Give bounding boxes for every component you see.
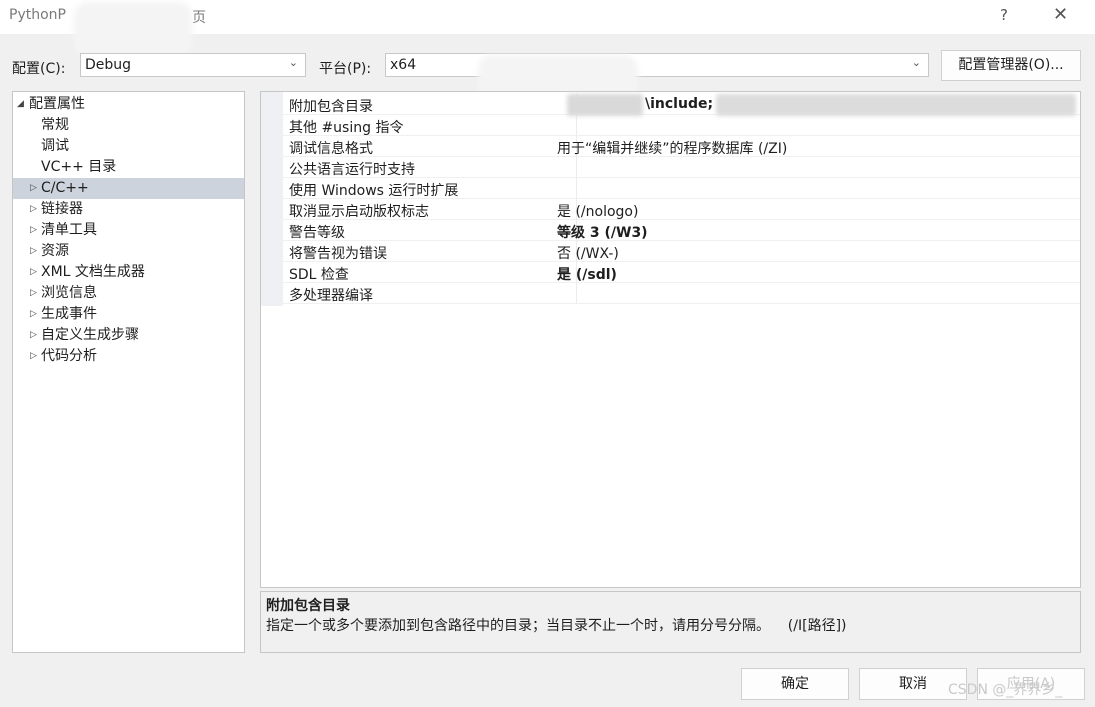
config-dropdown[interactable]: Debug ⌄ [80, 53, 306, 77]
tree-item-label: 常规 [41, 117, 69, 133]
property-name: 使用 Windows 运行时扩展 [289, 183, 459, 199]
platform-label: 平台(P): [319, 61, 372, 77]
tree-item-custom-build-step[interactable]: ▷ 自定义生成步骤 [13, 325, 244, 346]
expanded-triangle-icon: ◢ [17, 99, 24, 109]
column-divider [576, 283, 577, 304]
property-row[interactable]: SDL 检查 是 (/sdl) [283, 262, 1080, 283]
collapsed-triangle-icon: ▷ [30, 330, 37, 340]
property-name: 将警告视为错误 [289, 246, 387, 262]
tree-item-c-cpp[interactable]: ▷ C/C++ [13, 178, 244, 199]
property-value[interactable]: 是 (/nologo) [557, 201, 638, 221]
collapsed-triangle-icon: ▷ [30, 351, 37, 361]
collapsed-triangle-icon: ▷ [30, 267, 37, 277]
property-name: 其他 #using 指令 [289, 120, 404, 136]
platform-value: x64 [390, 57, 417, 73]
property-row[interactable]: 警告等级 等级 3 (/W3) [283, 220, 1080, 241]
property-value[interactable]: 用于“编辑并继续”的程序数据库 (/ZI) [557, 138, 787, 158]
property-row[interactable]: 使用 Windows 运行时扩展 [283, 178, 1080, 199]
description-panel: 附加包含目录 指定一个或多个要添加到包含路径中的目录；当目录不止一个时，请用分号… [260, 591, 1081, 653]
property-row[interactable]: 调试信息格式 用于“编辑并继续”的程序数据库 (/ZI) [283, 136, 1080, 157]
property-name: 取消显示启动版权标志 [289, 204, 429, 220]
tree-root-label: 配置属性 [29, 96, 85, 112]
tree-item-label: XML 文档生成器 [41, 264, 145, 280]
property-grid: 附加包含目录 \include; 其他 #using 指令 调试信息格式 用于“… [260, 91, 1081, 588]
tree-item-build-events[interactable]: ▷ 生成事件 [13, 304, 244, 325]
tree-item-label: 调试 [41, 138, 69, 154]
property-row[interactable]: 取消显示启动版权标志 是 (/nologo) [283, 199, 1080, 220]
collapsed-triangle-icon: ▷ [30, 288, 37, 298]
tree-item-label: VC++ 目录 [41, 159, 117, 175]
tree-item-general[interactable]: 常规 [13, 115, 244, 136]
config-manager-button[interactable]: 配置管理器(O)... [941, 50, 1081, 81]
tree-item-resources[interactable]: ▷ 资源 [13, 241, 244, 262]
tree-item-browse-info[interactable]: ▷ 浏览信息 [13, 283, 244, 304]
chevron-down-icon: ⌄ [288, 56, 298, 69]
tree-item-label: 浏览信息 [41, 285, 97, 301]
grid-gutter [261, 92, 283, 306]
tree-item-manifest-tool[interactable]: ▷ 清单工具 [13, 220, 244, 241]
property-name: 调试信息格式 [289, 141, 373, 157]
chevron-down-icon: ⌄ [911, 56, 921, 69]
value-redaction [567, 94, 643, 116]
property-name: 公共语言运行时支持 [289, 162, 415, 178]
value-redaction [716, 94, 1076, 116]
title-redaction [74, 2, 192, 56]
property-row[interactable]: 公共语言运行时支持 [283, 157, 1080, 178]
property-row[interactable]: 其他 #using 指令 [283, 115, 1080, 136]
tree-item-label: 自定义生成步骤 [41, 327, 139, 343]
tree-root[interactable]: ◢ 配置属性 [13, 94, 244, 115]
property-tree: ◢ 配置属性 常规 调试 VC++ 目录 ▷ C/C++ ▷ 链接器 ▷ 清单工… [12, 91, 245, 653]
watermark: CSDN @_界界乡_ [948, 682, 1063, 698]
tree-item-label: 清单工具 [41, 222, 97, 238]
description-text: 指定一个或多个要添加到包含路径中的目录；当目录不止一个时，请用分号分隔。 (/I… [266, 618, 847, 634]
window-title-suffix: 页 [192, 10, 206, 26]
collapsed-triangle-icon: ▷ [30, 246, 37, 256]
property-row[interactable]: 将警告视为错误 否 (/WX-) [283, 241, 1080, 262]
window-title: PythonP [9, 7, 66, 23]
description-title: 附加包含目录 [266, 598, 350, 614]
collapsed-triangle-icon: ▷ [30, 225, 37, 235]
tree-item-code-analysis[interactable]: ▷ 代码分析 [13, 346, 244, 367]
tree-item-linker[interactable]: ▷ 链接器 [13, 199, 244, 220]
column-divider [576, 115, 577, 136]
column-divider [576, 178, 577, 199]
property-name: 附加包含目录 [289, 99, 373, 115]
tree-item-xml-doc-generator[interactable]: ▷ XML 文档生成器 [13, 262, 244, 283]
tree-item-label: 链接器 [41, 201, 83, 217]
property-row[interactable]: 多处理器编译 [283, 283, 1080, 304]
config-value: Debug [85, 57, 132, 73]
property-value[interactable]: 等级 3 (/W3) [557, 222, 648, 242]
tree-item-label: C/C++ [41, 180, 89, 196]
ok-button[interactable]: 确定 [741, 668, 849, 700]
platform-dropdown[interactable]: x64 ⌄ [385, 53, 929, 77]
property-name: SDL 检查 [289, 267, 349, 283]
tree-item-debugging[interactable]: 调试 [13, 136, 244, 157]
property-value[interactable]: \include; [645, 96, 713, 112]
property-name: 多处理器编译 [289, 288, 373, 304]
tree-item-label: 代码分析 [41, 348, 97, 364]
tree-item-label: 资源 [41, 243, 69, 259]
close-icon[interactable]: ✕ [1053, 4, 1068, 25]
property-name: 警告等级 [289, 225, 345, 241]
config-label: 配置(C): [12, 61, 66, 77]
help-icon[interactable]: ? [1000, 6, 1008, 24]
property-value[interactable]: 是 (/sdl) [557, 264, 617, 284]
property-value[interactable]: 否 (/WX-) [557, 243, 619, 263]
collapsed-triangle-icon: ▷ [30, 309, 37, 319]
column-divider [576, 157, 577, 178]
collapsed-triangle-icon: ▷ [30, 183, 37, 193]
tree-item-label: 生成事件 [41, 306, 97, 322]
tree-item-vc-directories[interactable]: VC++ 目录 [13, 157, 244, 178]
collapsed-triangle-icon: ▷ [30, 204, 37, 214]
